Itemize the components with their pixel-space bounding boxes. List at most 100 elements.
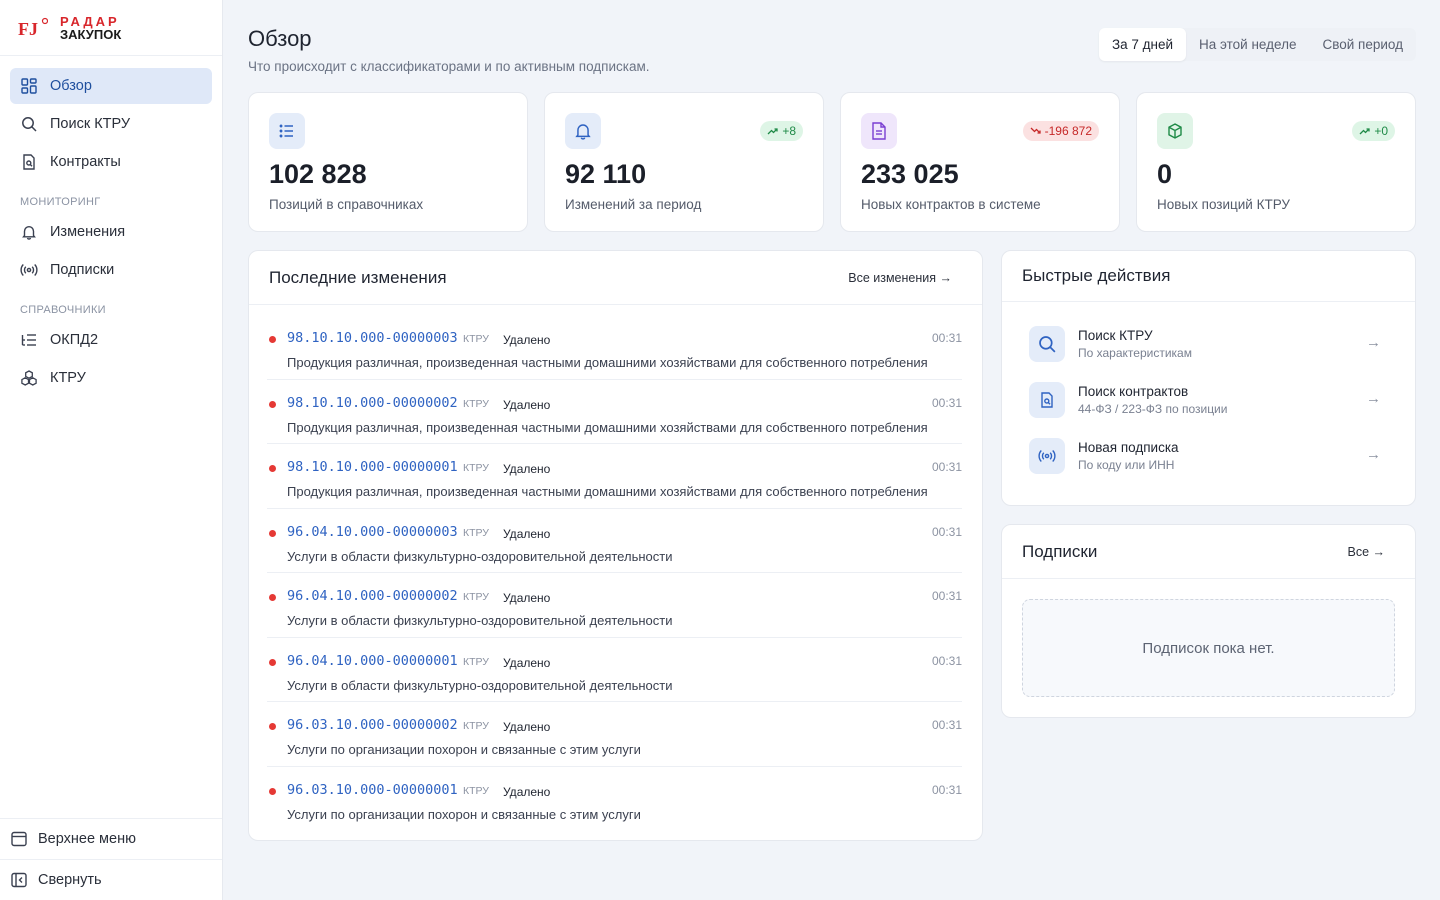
search-icon	[1029, 326, 1065, 362]
change-row[interactable]: 96.03.10.000-00000001 КТРУ Удалено 00:31 Усл…	[267, 767, 962, 832]
deleted-status-dot	[269, 658, 276, 666]
period-7-days[interactable]: За 7 дней	[1098, 28, 1187, 61]
change-time: 00:31	[931, 653, 962, 668]
change-description: Услуги в области физкультурно-оздоровите…	[287, 548, 673, 564]
stat-value: 92 110	[565, 159, 647, 189]
change-row[interactable]: 96.03.10.000-00000002 КТРУ Удалено 00:31 Усл…	[267, 702, 962, 767]
logo-mark-icon: FJ	[18, 17, 49, 39]
quick-action-contract-search[interactable]: Поиск контрактов 44-ФЗ / 223-ФЗ по позиц…	[1022, 372, 1395, 428]
change-code[interactable]: 98.10.10.000-00000003	[287, 330, 458, 346]
quick-action-ktru-search[interactable]: Поиск КТРУ По характеристикам →	[1022, 316, 1395, 372]
sidebar-item-label: Поиск КТРУ	[50, 116, 131, 132]
all-changes-link[interactable]: Все изменения →	[848, 271, 962, 285]
change-time: 00:31	[931, 524, 962, 539]
quick-action-new-subscription[interactable]: Новая подписка По коду или ИНН →	[1022, 428, 1395, 484]
brand-line1: РАДАР	[60, 13, 120, 29]
period-custom[interactable]: Свой период	[1309, 28, 1416, 61]
stat-label: Изменений за период	[565, 197, 702, 212]
sidebar-item-label: Контракты	[50, 154, 121, 170]
trend-badge: +0	[1352, 121, 1395, 141]
change-tag: КТРУ	[463, 655, 489, 668]
list-icon	[269, 113, 305, 149]
trend-down-icon	[1030, 124, 1041, 138]
change-description: Продукция различная, произведенная частн…	[287, 484, 928, 499]
sidebar-item-label: ОКПД2	[50, 332, 99, 348]
main-content: Обзор Что происходит с классификаторами …	[248, 0, 1416, 841]
change-row[interactable]: 98.10.10.000-00000002 КТРУ Удалено 00:31 Про…	[267, 380, 962, 444]
change-time: 00:31	[931, 331, 962, 345]
sidebar-item-subscriptions[interactable]: Подписки	[10, 252, 212, 288]
collapse-sidebar-button[interactable]: Свернуть	[0, 859, 222, 900]
stats-row: 102 828 Позиций в справочниках +8 92 110…	[248, 92, 1416, 232]
document-search-icon	[1029, 382, 1065, 418]
trend-up-icon	[767, 124, 778, 138]
change-code[interactable]: 98.10.10.000-00000002	[287, 395, 458, 411]
sidebar-item-label: Изменения	[50, 224, 126, 240]
period-this-week[interactable]: На этой неделе	[1186, 28, 1309, 61]
arrow-right-icon: →	[1366, 334, 1381, 351]
stat-label: Новых позиций КТРУ	[1157, 197, 1290, 212]
stat-card-contracts[interactable]: -196 872 233 025 Новых контрактов в сист…	[840, 92, 1120, 232]
change-tag: КТРУ	[463, 333, 489, 345]
change-status: Удалено	[503, 462, 551, 476]
change-row[interactable]: 96.04.10.000-00000002 КТРУ Удалено 00:31 Усл…	[267, 573, 962, 638]
sidebar-item-ktru-search[interactable]: Поиск КТРУ	[10, 106, 212, 142]
change-tag: КТРУ	[463, 720, 489, 732]
sidebar-item-contracts[interactable]: Контракты	[10, 144, 212, 180]
change-row[interactable]: 96.04.10.000-00000001 КТРУ Удалено 00:31 Усл…	[267, 638, 962, 702]
sidebar: FJ РАДАР ЗАКУПОК Обзор Поиск КТРУ Контра…	[0, 0, 223, 900]
change-code[interactable]: 96.03.10.000-00000001	[287, 782, 458, 798]
change-row[interactable]: 98.10.10.000-00000001 КТРУ Удалено 00:31 Про…	[267, 444, 962, 509]
deleted-status-dot	[269, 723, 276, 730]
document-search-icon	[20, 153, 38, 171]
arrow-right-icon: →	[1366, 446, 1381, 463]
trend-value: +0	[1374, 124, 1388, 138]
all-subscriptions-link[interactable]: Все →	[1347, 545, 1395, 559]
sidebar-item-label: КТРУ	[50, 370, 86, 386]
deleted-status-dot	[269, 787, 276, 795]
sidebar-item-ktru[interactable]: КТРУ	[10, 360, 212, 396]
trend-badge: -196 872	[1022, 121, 1099, 141]
sidebar-item-label: Обзор	[50, 78, 92, 94]
trend-badge: +8	[760, 121, 803, 141]
quick-action-title: Поиск КТРУ	[1078, 328, 1153, 343]
change-code[interactable]: 96.04.10.000-00000003	[287, 524, 458, 540]
change-tag: КТРУ	[463, 591, 489, 603]
quick-action-subtitle: 44-ФЗ / 223-ФЗ по позиции	[1078, 402, 1228, 416]
sidebar-item-okpd2[interactable]: ОКПД2	[10, 322, 212, 358]
change-status: Удалено	[503, 784, 551, 799]
sidebar-item-changes[interactable]: Изменения	[10, 214, 212, 250]
trend-up-icon	[1359, 124, 1370, 138]
broadcast-icon	[20, 261, 38, 279]
change-status: Удалено	[503, 333, 551, 347]
sidebar-item-overview[interactable]: Обзор	[10, 68, 212, 104]
stat-card-changes[interactable]: +8 92 110 Изменений за период	[544, 92, 824, 232]
boxes-icon	[20, 369, 38, 387]
deleted-status-dot	[269, 400, 276, 408]
change-code[interactable]: 96.04.10.000-00000002	[287, 588, 458, 604]
change-row[interactable]: 96.04.10.000-00000003 КТРУ Удалено 00:31 Усл…	[267, 509, 962, 573]
change-status: Удалено	[503, 526, 551, 541]
deleted-status-dot	[269, 594, 276, 601]
bell-icon	[565, 113, 601, 149]
stat-card-positions[interactable]: 102 828 Позиций в справочниках	[248, 92, 528, 232]
change-row[interactable]: 98.10.10.000-00000003 КТРУ Удалено 00:31 Про…	[267, 315, 962, 380]
subscriptions-empty-state: Подписок пока нет.	[1022, 599, 1395, 697]
bell-icon	[20, 223, 38, 241]
change-status: Удалено	[503, 591, 551, 605]
section-reference: Справочники	[20, 304, 106, 316]
change-tag: КТРУ	[463, 397, 489, 410]
change-code[interactable]: 98.10.10.000-00000001	[287, 459, 458, 475]
changes-list: 98.10.10.000-00000003 КТРУ Удалено 00:31 Про…	[249, 305, 982, 831]
period-switcher: За 7 дней На этой неделе Свой период	[1098, 28, 1416, 61]
stat-card-ktru-new[interactable]: +0 0 Новых позиций КТРУ	[1136, 92, 1416, 232]
change-code[interactable]: 96.04.10.000-00000001	[287, 653, 458, 669]
change-time: 00:31	[931, 718, 962, 732]
change-code[interactable]: 96.03.10.000-00000002	[287, 717, 458, 733]
cube-icon	[1157, 113, 1193, 149]
page-subtitle: Что происходит с классификаторами и по а…	[248, 59, 650, 74]
quick-action-title: Новая подписка	[1078, 440, 1179, 455]
arrow-right-icon: →	[1366, 390, 1381, 407]
top-menu-toggle[interactable]: Верхнее меню	[0, 818, 222, 859]
brand-logo[interactable]: FJ РАДАР ЗАКУПОК	[0, 0, 222, 56]
